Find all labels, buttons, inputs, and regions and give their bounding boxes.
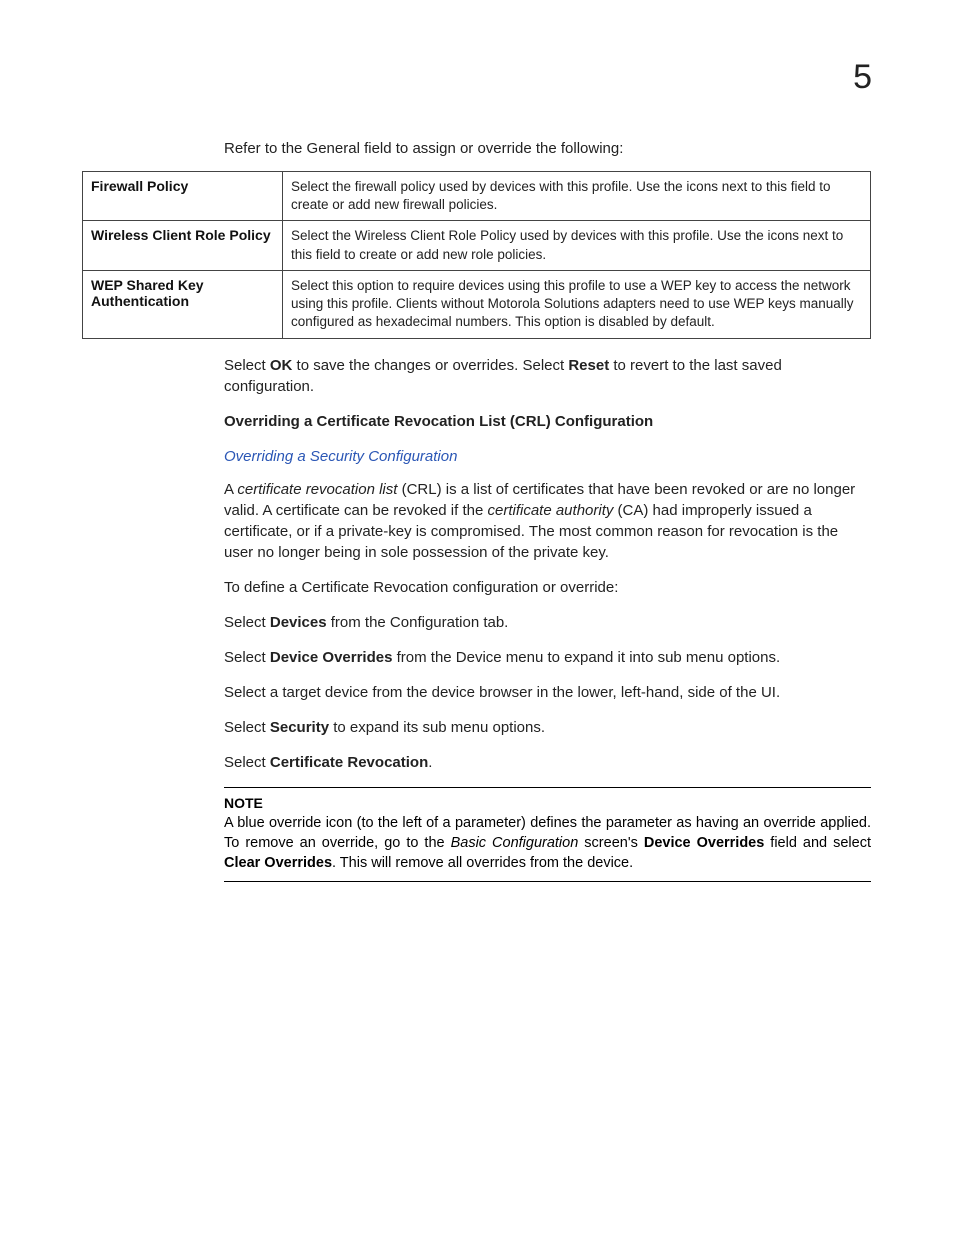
text: from the Device menu to expand it into s… [392, 649, 780, 666]
row-label: Firewall Policy [83, 172, 283, 221]
bold-term: Devices [270, 614, 327, 631]
italic-term: certificate revocation list [237, 481, 397, 498]
reset-label: Reset [568, 357, 609, 374]
step-4: Select Security to expand its sub menu o… [224, 717, 871, 738]
table-row: WEP Shared Key Authentication Select thi… [83, 270, 871, 338]
row-label: WEP Shared Key Authentication [83, 270, 283, 338]
table-row: Wireless Client Role Policy Select the W… [83, 221, 871, 270]
step-5: Select Certificate Revocation. [224, 752, 871, 773]
row-desc: Select the firewall policy used by devic… [283, 172, 871, 221]
step-1: Select Devices from the Configuration ta… [224, 612, 871, 633]
text: Select [224, 614, 270, 631]
text: A [224, 481, 237, 498]
step-3: Select a target device from the device b… [224, 682, 871, 703]
row-label: Wireless Client Role Policy [83, 221, 283, 270]
bold-term: Device Overrides [270, 649, 393, 666]
table-row: Firewall Policy Select the firewall poli… [83, 172, 871, 221]
note-label: NOTE [224, 794, 871, 813]
italic-term: certificate authority [487, 502, 613, 519]
text: Select [224, 357, 270, 374]
steps-intro: To define a Certificate Revocation confi… [224, 577, 871, 598]
text: to save the changes or overrides. Select [292, 357, 568, 374]
crl-paragraph: A certificate revocation list (CRL) is a… [224, 479, 871, 563]
note-block: NOTE A blue override icon (to the left o… [224, 787, 871, 883]
crl-heading: Overriding a Certificate Revocation List… [224, 411, 871, 432]
text: . This will remove all overrides from th… [332, 855, 633, 871]
step-2: Select Device Overrides from the Device … [224, 647, 871, 668]
text: Select [224, 754, 270, 771]
intro-text: Refer to the General field to assign or … [224, 140, 871, 157]
page-content: Refer to the General field to assign or … [82, 140, 871, 882]
row-desc: Select the Wireless Client Role Policy u… [283, 221, 871, 270]
text: from the Configuration tab. [327, 614, 509, 631]
bold-term: Security [270, 719, 329, 736]
text: Select [224, 649, 270, 666]
config-table: Firewall Policy Select the firewall poli… [82, 171, 871, 339]
ok-label: OK [270, 357, 293, 374]
bold-term: Device Overrides [644, 835, 764, 851]
row-desc: Select this option to require devices us… [283, 270, 871, 338]
body-text: Select OK to save the changes or overrid… [224, 355, 871, 773]
text: field and select [764, 835, 871, 851]
text: Select [224, 719, 270, 736]
text: screen's [578, 835, 644, 851]
page-number: 5 [853, 58, 872, 97]
bold-term: Certificate Revocation [270, 754, 428, 771]
bold-term: Clear Overrides [224, 855, 332, 871]
crl-link[interactable]: Overriding a Security Configuration [224, 446, 871, 467]
save-line: Select OK to save the changes or overrid… [224, 355, 871, 397]
text: . [428, 754, 432, 771]
text: to expand its sub menu options. [329, 719, 545, 736]
italic-term: Basic Configuration [451, 835, 579, 851]
